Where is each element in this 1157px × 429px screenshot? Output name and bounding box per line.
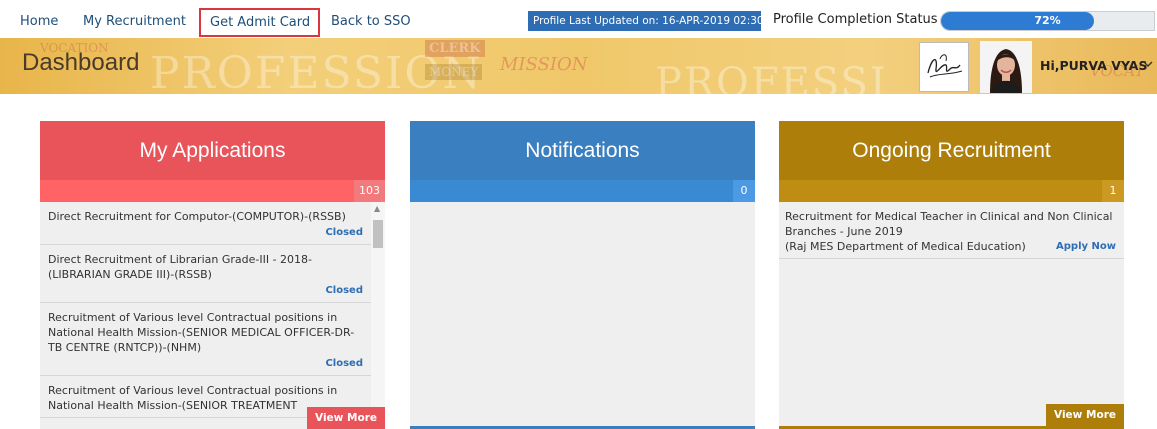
- notifications-count-bar: 0: [410, 180, 755, 202]
- application-title: Direct Recruitment for Computor-(COMPUTO…: [48, 210, 346, 223]
- banner-watermark: MONEY: [425, 64, 483, 80]
- application-title: Direct Recruitment of Librarian Grade-II…: [48, 253, 313, 281]
- dashboard-banner: VOCATION PROFESSION CLERK MONEY MISSION …: [0, 38, 1157, 94]
- ongoing-recruitment-list: Recruitment for Medical Teacher in Clini…: [779, 202, 1124, 429]
- scrollbar-thumb[interactable]: [373, 220, 383, 248]
- scroll-up-arrow-icon[interactable]: ▲: [374, 204, 380, 213]
- my-applications-title: My Applications: [40, 121, 385, 180]
- application-status: Closed: [325, 358, 363, 369]
- ongoing-recruitment-count-bar: 1: [779, 180, 1124, 202]
- application-status: Closed: [325, 285, 363, 296]
- profile-completion-label: Profile Completion Status: [773, 12, 938, 27]
- list-item[interactable]: Recruitment of Various level Contractual…: [40, 303, 371, 376]
- recruitment-department-row: (Raj MES Department of Medical Education…: [785, 239, 1116, 254]
- banner-watermark: PROFESSI: [655, 60, 888, 94]
- ongoing-recruitment-panel: Ongoing Recruitment 1 Recruitment for Me…: [779, 121, 1124, 429]
- notifications-title: Notifications: [410, 121, 755, 180]
- my-applications-count-bar: 103: [40, 180, 385, 202]
- list-item[interactable]: Direct Recruitment for Computor-(COMPUTO…: [40, 202, 371, 245]
- profile-completion-percent: 72%: [1034, 14, 1061, 27]
- application-title: Recruitment of Various level Contractual…: [48, 311, 355, 354]
- profile-last-updated-badge: Profile Last Updated on: 16-APR-2019 02:…: [528, 11, 761, 31]
- my-applications-view-more-button[interactable]: View More: [307, 407, 385, 429]
- my-applications-list[interactable]: Direct Recruitment for Computor-(COMPUTO…: [40, 202, 385, 429]
- nav-back-to-sso-link[interactable]: Back to SSO: [331, 14, 411, 29]
- apply-now-link[interactable]: Apply Now: [1056, 239, 1116, 254]
- recruitment-department: (Raj MES Department of Medical Education…: [785, 240, 1026, 253]
- my-applications-panel: My Applications 103 Direct Recruitment f…: [40, 121, 385, 429]
- list-item[interactable]: Direct Recruitment of Librarian Grade-II…: [40, 245, 371, 303]
- banner-watermark: CLERK: [425, 40, 485, 57]
- top-navigation: Home My Recruitment Get Admit Card Back …: [0, 0, 1157, 38]
- application-status: Closed: [325, 227, 363, 238]
- ongoing-recruitment-view-more-button[interactable]: View More: [1046, 404, 1124, 426]
- recruitment-title: Recruitment for Medical Teacher in Clini…: [785, 210, 1113, 238]
- banner-watermark: MISSION: [500, 54, 588, 75]
- ongoing-recruitment-count-badge: 1: [1102, 180, 1124, 202]
- chevron-down-icon[interactable]: [1141, 56, 1155, 70]
- notifications-count-badge: 0: [733, 180, 755, 202]
- notifications-panel: Notifications 0: [410, 121, 755, 429]
- nav-my-recruitment-link[interactable]: My Recruitment: [83, 14, 186, 29]
- ongoing-recruitment-title: Ongoing Recruitment: [779, 121, 1124, 180]
- signature-image-icon: [919, 42, 969, 92]
- my-applications-count-badge: 103: [354, 180, 385, 202]
- page-title: Dashboard: [22, 49, 140, 76]
- user-greeting[interactable]: Hi,PURVA VYAS: [1040, 58, 1148, 73]
- nav-get-admit-card-link[interactable]: Get Admit Card: [199, 8, 320, 37]
- my-applications-scrollbar[interactable]: ▲: [371, 202, 385, 429]
- profile-completion-progress: 72%: [940, 11, 1155, 31]
- user-avatar[interactable]: [980, 41, 1032, 93]
- nav-home-link[interactable]: Home: [20, 14, 58, 29]
- list-item[interactable]: Recruitment for Medical Teacher in Clini…: [779, 202, 1124, 259]
